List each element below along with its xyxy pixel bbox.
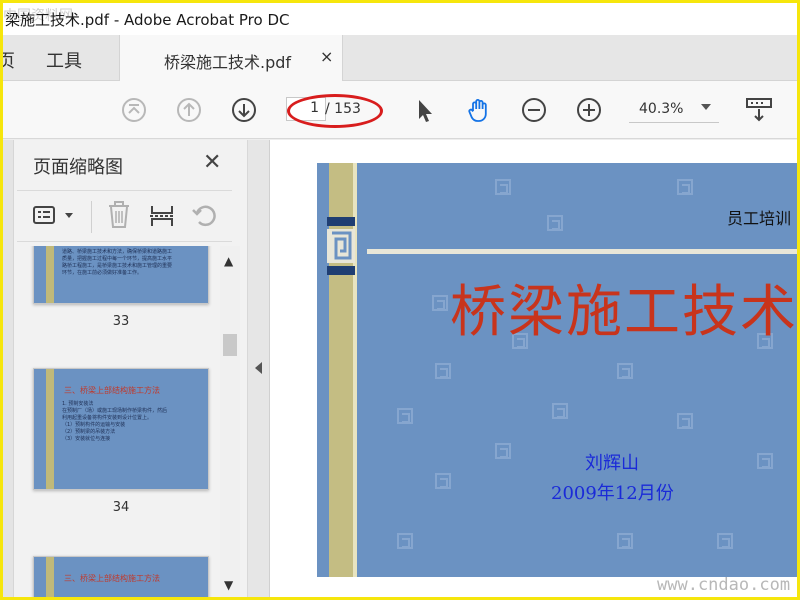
slide-header-text: 员工培训 xyxy=(727,209,792,228)
tab-bar: 页 工具 桥梁施工技术.pdf × xyxy=(3,35,797,81)
thumbnail-page-35[interactable]: 三、桥梁上部结构施工方法 xyxy=(33,556,209,597)
thumbnail-page-number: 34 xyxy=(112,500,130,515)
tab-tools[interactable]: 工具 xyxy=(46,47,82,73)
thumbnail-text: 1. 预制安装法 在预制厂（场）或施工现场制作桥梁构件，然后 利用起重设备将构件… xyxy=(62,401,168,442)
background-pattern xyxy=(397,408,413,424)
background-pattern xyxy=(495,179,511,195)
window-title: 梁施工技术.pdf - Adobe Acrobat Pro DC xyxy=(5,11,290,29)
previous-page-icon[interactable] xyxy=(174,95,204,125)
background-pattern xyxy=(435,363,451,379)
scroll-down-icon[interactable]: ▼ xyxy=(224,578,233,592)
background-pattern xyxy=(717,533,733,549)
thumbnail-bar xyxy=(46,246,54,303)
thumbnail-list: 道路、桥梁施工技术和方法，确保桥梁和道路施工 质量，把握施工过程中每一个环节，提… xyxy=(17,246,217,597)
slide-title: 桥梁施工技术 xyxy=(450,280,798,345)
page-number-input[interactable]: 1 xyxy=(286,97,326,121)
background-pattern xyxy=(617,363,633,379)
background-pattern xyxy=(495,443,511,459)
hand-tool-icon[interactable] xyxy=(464,95,494,125)
zoom-select[interactable]: 40.3% xyxy=(629,95,719,123)
thumbnail-heading: 三、桥梁上部结构施工方法 xyxy=(64,574,160,583)
select-cursor-icon[interactable] xyxy=(409,95,439,125)
background-pattern xyxy=(552,403,568,419)
next-page-icon[interactable] xyxy=(229,95,259,125)
panel-close-button[interactable]: ✕ xyxy=(203,150,221,175)
panel-title: 页面缩略图 xyxy=(33,157,123,178)
scroll-up-icon[interactable]: ▲ xyxy=(224,254,233,268)
read-mode-icon[interactable] xyxy=(744,95,774,125)
background-pattern xyxy=(397,533,413,549)
tab-close-button[interactable]: × xyxy=(320,47,333,66)
thumbnail-scrollbar[interactable]: ▲ ▼ xyxy=(220,246,240,597)
thumbnail-page-number: 33 xyxy=(112,314,130,329)
document-view[interactable]: 员工培训 桥梁施工技术 刘辉山 2009年12月份 xyxy=(270,140,798,597)
thumbnails-panel: 页面缩略图 ✕ 道路、桥梁施工技术和方法，确保桥梁和道路施工 质量，把握施工过程… xyxy=(3,140,248,597)
zoom-out-icon[interactable] xyxy=(519,95,549,125)
rotate-icon[interactable] xyxy=(191,202,219,230)
background-pattern xyxy=(757,453,773,469)
zoom-in-icon[interactable] xyxy=(574,95,604,125)
chevron-down-icon xyxy=(701,104,711,110)
zoom-value: 40.3% xyxy=(639,101,684,117)
pdf-page: 员工培训 桥梁施工技术 刘辉山 2009年12月份 xyxy=(317,163,798,577)
thumbnail-toolbar xyxy=(17,190,232,242)
slide-date: 2009年12月份 xyxy=(551,483,674,504)
tab-document-label: 桥梁施工技术.pdf xyxy=(164,53,292,72)
slide-rule xyxy=(367,249,797,254)
tab-document[interactable]: 桥梁施工技术.pdf × xyxy=(119,35,343,81)
thumbnail-bar xyxy=(46,557,54,597)
navigation-strip xyxy=(3,140,14,597)
thumbnail-page-33[interactable]: 道路、桥梁施工技术和方法，确保桥梁和道路施工 质量，把握施工过程中每一个环节，提… xyxy=(33,246,209,304)
scrollbar-thumb[interactable] xyxy=(223,334,237,356)
divider xyxy=(91,201,92,233)
background-pattern xyxy=(617,533,633,549)
tab-home[interactable]: 页 xyxy=(3,47,15,73)
toolbar: 1 / 153 40.3% xyxy=(3,81,797,139)
title-bar: 中国资料网 梁施工技术.pdf - Adobe Acrobat Pro DC xyxy=(3,3,797,35)
watermark-bottom: www.cndao.com xyxy=(657,575,791,595)
extract-pages-icon[interactable] xyxy=(149,203,175,229)
collapse-arrow-icon[interactable] xyxy=(255,362,262,374)
page-total: / 153 xyxy=(325,101,361,117)
background-pattern xyxy=(677,413,693,429)
background-pattern xyxy=(432,295,448,311)
chevron-down-icon xyxy=(65,213,73,218)
first-page-icon[interactable] xyxy=(119,95,149,125)
fret-motif xyxy=(327,217,355,275)
background-pattern xyxy=(677,179,693,195)
options-menu-icon[interactable] xyxy=(33,205,59,227)
background-pattern xyxy=(435,473,451,489)
delete-icon[interactable] xyxy=(107,201,131,229)
thumbnail-heading: 三、桥梁上部结构施工方法 xyxy=(64,386,160,395)
thumbnail-text: 道路、桥梁施工技术和方法，确保桥梁和道路施工 质量，把握施工过程中每一个环节，提… xyxy=(62,249,173,276)
thumbnail-page-34[interactable]: 三、桥梁上部结构施工方法 1. 预制安装法 在预制厂（场）或施工现场制作桥梁构件… xyxy=(33,368,209,490)
slide-author: 刘辉山 xyxy=(585,453,639,474)
panel-collapse-strip[interactable] xyxy=(248,140,270,597)
app-window: 中国资料网 梁施工技术.pdf - Adobe Acrobat Pro DC 页… xyxy=(0,0,800,600)
background-pattern xyxy=(547,215,563,231)
thumbnail-bar xyxy=(46,369,54,489)
